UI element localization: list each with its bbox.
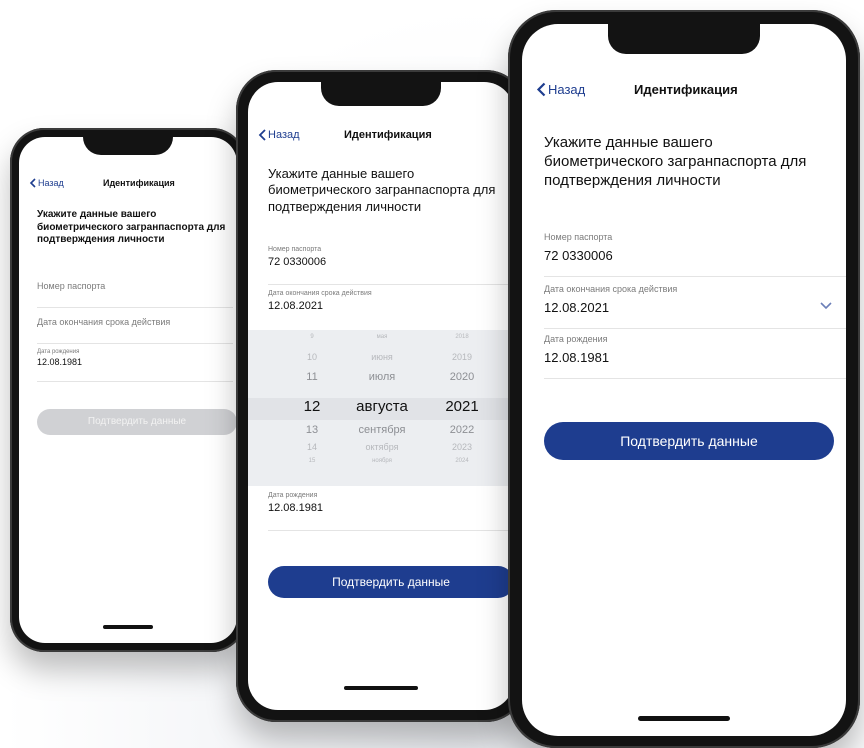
- picker-year-option[interactable]: 2019: [432, 352, 492, 362]
- back-label: Назад: [38, 178, 64, 188]
- chevron-down-icon[interactable]: [820, 302, 832, 310]
- home-indicator: [103, 625, 153, 629]
- passport-value: 72 0330006: [268, 256, 327, 268]
- date-picker[interactable]: 9 10 11 12 13 14 15 мая июня июля августа сентября…: [248, 330, 514, 486]
- birth-label: Дата рождения: [37, 349, 80, 355]
- picker-day-option[interactable]: 13: [292, 424, 332, 436]
- passport-value: 72 0330006: [544, 248, 613, 263]
- picker-year-option[interactable]: 2024: [432, 458, 492, 464]
- picker-year-selected[interactable]: 2021: [432, 398, 492, 415]
- picker-day-option[interactable]: 15: [292, 458, 332, 464]
- back-label: Назад: [268, 129, 300, 141]
- back-button[interactable]: Назад: [258, 129, 300, 141]
- passport-field[interactable]: Номер паспорта: [37, 281, 233, 308]
- birth-value: 12.08.1981: [268, 502, 324, 514]
- birth-field[interactable]: Дата рождения 12.08.1981: [544, 334, 846, 379]
- passport-placeholder: Номер паспорта: [37, 281, 106, 291]
- page-title: Идентификация: [344, 129, 432, 141]
- birth-label: Дата рождения: [268, 492, 318, 499]
- passport-label: Номер паспорта: [544, 232, 613, 242]
- confirm-button[interactable]: Подтвердить данные: [544, 422, 834, 460]
- chevron-left-icon: [536, 82, 546, 96]
- passport-field[interactable]: Номер паспорта 72 0330006: [268, 246, 514, 285]
- page-title: Идентификация: [103, 178, 175, 188]
- notch: [608, 24, 760, 54]
- back-button[interactable]: Назад: [29, 178, 64, 188]
- picker-year-option[interactable]: 2023: [432, 442, 492, 452]
- notch: [321, 82, 441, 106]
- picker-month-option[interactable]: октября: [332, 442, 432, 452]
- phone-date-picker: Назад Идентификация Укажите данные вашег…: [236, 70, 526, 722]
- phone-filled-form: Назад Идентификация Укажите данные вашег…: [508, 10, 860, 748]
- expiry-value: 12.08.2021: [268, 300, 324, 312]
- passport-field[interactable]: Номер паспорта 72 0330006: [544, 232, 846, 277]
- page-title: Идентификация: [634, 81, 738, 97]
- notch: [83, 137, 173, 155]
- expiry-field[interactable]: Дата окончания срока действия: [37, 317, 233, 344]
- expiry-label: Дата окончания срока действия: [268, 290, 372, 297]
- picker-month-option[interactable]: мая: [332, 334, 432, 340]
- birth-field[interactable]: Дата рождения 12.08.1981: [37, 349, 233, 382]
- instructions: Укажите данные вашего биометрического за…: [37, 209, 226, 245]
- screen: Назад Идентификация Укажите данные вашег…: [522, 24, 846, 736]
- picker-day-option[interactable]: 14: [292, 442, 332, 452]
- expiry-placeholder: Дата окончания срока действия: [37, 317, 171, 327]
- birth-value: 12.08.1981: [544, 350, 610, 365]
- birth-label: Дата рождения: [544, 334, 608, 344]
- picker-month-option[interactable]: ноября: [332, 458, 432, 464]
- birth-field[interactable]: Дата рождения 12.08.1981: [268, 492, 514, 531]
- nav-bar: Назад Идентификация: [29, 175, 229, 191]
- picker-day-option[interactable]: 11: [292, 371, 332, 383]
- back-label: Назад: [548, 81, 586, 97]
- expiry-field[interactable]: Дата окончания срока действия 12.08.2021: [268, 290, 514, 328]
- chevron-left-icon: [29, 178, 36, 188]
- screen: Назад Идентификация Укажите данные вашег…: [19, 137, 237, 643]
- confirm-button[interactable]: Подтвердить данные: [37, 409, 237, 435]
- birth-value: 12.08.1981: [37, 357, 83, 367]
- screen: Назад Идентификация Укажите данные вашег…: [248, 82, 514, 710]
- picker-day-option[interactable]: 10: [292, 352, 332, 362]
- confirm-button[interactable]: Подтвердить данные: [268, 566, 514, 598]
- picker-day-option[interactable]: 9: [292, 334, 332, 340]
- picker-year-option[interactable]: 2020: [432, 371, 492, 383]
- instructions: Укажите данные вашего биометрического за…: [268, 166, 496, 214]
- picker-month-option[interactable]: сентября: [332, 424, 432, 436]
- phone-empty-form: Назад Идентификация Укажите данные вашег…: [10, 128, 246, 652]
- home-indicator: [638, 716, 730, 721]
- nav-bar: Назад Идентификация: [258, 126, 508, 144]
- nav-bar: Назад Идентификация: [536, 78, 836, 100]
- picker-month-selected[interactable]: августа: [332, 398, 432, 415]
- picker-month-option[interactable]: июля: [332, 371, 432, 383]
- expiry-value: 12.08.2021: [544, 300, 610, 315]
- expiry-field[interactable]: Дата окончания срока действия 12.08.2021: [544, 284, 846, 329]
- picker-year-option[interactable]: 2022: [432, 424, 492, 436]
- passport-label: Номер паспорта: [268, 246, 322, 253]
- picker-month-column[interactable]: мая июня июля августа сентября октября ноября: [332, 330, 432, 486]
- back-button[interactable]: Назад: [536, 82, 585, 97]
- picker-year-column[interactable]: 2018 2019 2020 2021 2022 2023 2024: [432, 330, 492, 486]
- expiry-label: Дата окончания срока действия: [544, 284, 678, 294]
- home-indicator: [344, 686, 418, 690]
- picker-year-option[interactable]: 2018: [432, 334, 492, 340]
- picker-day-column[interactable]: 9 10 11 12 13 14 15: [292, 330, 332, 486]
- chevron-left-icon: [258, 129, 266, 141]
- picker-day-selected[interactable]: 12: [292, 398, 332, 415]
- instructions: Укажите данные вашего биометрического за…: [544, 134, 807, 189]
- picker-month-option[interactable]: июня: [332, 352, 432, 362]
